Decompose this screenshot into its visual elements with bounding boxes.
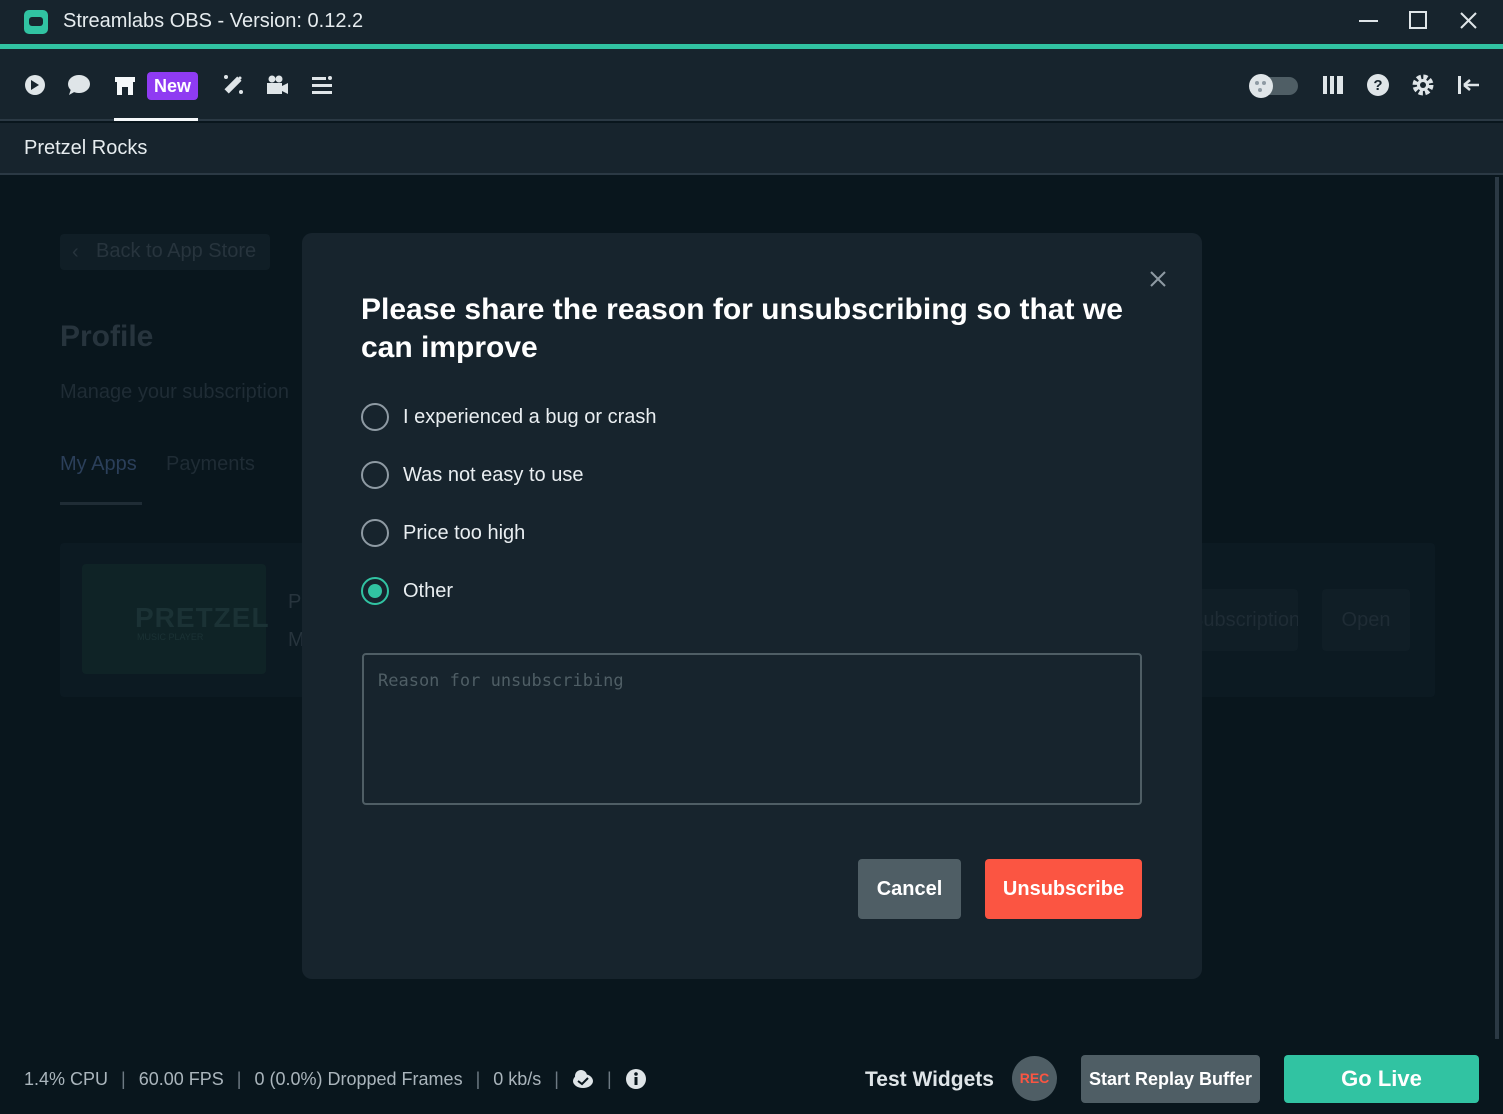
radio-button[interactable] — [361, 519, 389, 547]
svg-text:?: ? — [1373, 77, 1382, 94]
chat-icon[interactable] — [67, 73, 91, 97]
radio-button-selected[interactable] — [361, 577, 389, 605]
settings-icon[interactable] — [1411, 73, 1435, 97]
app-store-icon[interactable] — [113, 73, 137, 97]
reason-option-other[interactable]: Other — [361, 576, 453, 606]
cancel-button[interactable]: Cancel — [858, 859, 961, 919]
option-label: Price too high — [403, 521, 526, 544]
unsubscribe-modal: Please share the reason for unsubscribin… — [302, 233, 1202, 979]
go-live-button[interactable]: Go Live — [1284, 1055, 1479, 1103]
page-header: Pretzel Rocks — [0, 123, 1503, 175]
active-tab-indicator — [114, 118, 198, 121]
top-nav: New ? — [0, 49, 1503, 121]
dashboard-icon[interactable] — [23, 73, 47, 97]
radio-button[interactable] — [361, 461, 389, 489]
bitrate-value: 0 kb/s — [493, 1068, 542, 1089]
reason-textarea[interactable] — [362, 653, 1142, 805]
performance-stats: 1.4% CPU | 60.00 FPS | 0 (0.0%) Dropped … — [24, 1068, 647, 1090]
open-button[interactable]: Open — [1322, 589, 1410, 651]
close-icon[interactable] — [1147, 268, 1169, 290]
app-name-text: P — [288, 591, 302, 613]
reason-option-bug[interactable]: I experienced a bug or crash — [361, 402, 657, 432]
manage-subscription-text: Manage your subscription — [60, 381, 290, 403]
separator: | — [236, 1068, 242, 1089]
streamlabs-logo-icon — [24, 10, 48, 34]
collapse-icon[interactable] — [1456, 73, 1480, 97]
scrollbar[interactable] — [1495, 177, 1499, 1039]
info-icon[interactable] — [625, 1068, 647, 1090]
tab-my-apps[interactable]: My Apps — [60, 453, 137, 476]
studio-icon[interactable] — [265, 73, 289, 97]
tab-payments[interactable]: Payments — [166, 453, 255, 476]
radio-button[interactable] — [361, 403, 389, 431]
active-tab-indicator — [60, 502, 142, 505]
help-icon[interactable]: ? — [1366, 73, 1390, 97]
option-label: Was not easy to use — [403, 463, 584, 486]
modal-heading: Please share the reason for unsubscribin… — [361, 293, 1123, 364]
reason-option-price[interactable]: Price too high — [361, 518, 525, 548]
back-label: Back to App Store — [96, 240, 257, 262]
maximize-icon[interactable] — [1402, 6, 1434, 36]
separator: | — [121, 1068, 126, 1089]
record-button[interactable]: REC — [1012, 1056, 1057, 1101]
cloud-check-icon[interactable] — [572, 1068, 594, 1090]
minimize-icon[interactable] — [1352, 6, 1384, 36]
title-bar: Streamlabs OBS - Version: 0.12.2 — [0, 0, 1503, 44]
columns-icon[interactable] — [1321, 73, 1345, 97]
close-icon[interactable] — [1452, 6, 1484, 36]
subscription-button[interactable]: Subscription — [1190, 589, 1298, 651]
test-widgets-button[interactable]: Test Widgets — [865, 1068, 994, 1092]
start-replay-buffer-button[interactable]: Start Replay Buffer — [1081, 1055, 1260, 1103]
back-to-app-store-button[interactable]: ‹ Back to App Store — [60, 234, 270, 270]
new-badge: New — [147, 72, 198, 100]
themes-icon[interactable] — [221, 73, 245, 97]
unsubscribe-button[interactable]: Unsubscribe — [985, 859, 1142, 919]
chevron-left-icon: ‹ — [72, 241, 79, 263]
window-title: Streamlabs OBS - Version: 0.12.2 — [63, 10, 364, 32]
theme-toggle[interactable] — [1248, 74, 1300, 98]
status-footer: 1.4% CPU | 60.00 FPS | 0 (0.0%) Dropped … — [0, 1044, 1503, 1114]
separator: | — [554, 1068, 559, 1089]
separator: | — [606, 1068, 612, 1089]
page-title: Pretzel Rocks — [24, 137, 148, 159]
profile-heading: Profile — [60, 320, 154, 353]
dropped-frames: 0 (0.0%) Dropped Frames — [254, 1068, 463, 1089]
pretzel-logo-subtext: MUSIC PLAYER — [137, 632, 204, 642]
reason-option-not-easy[interactable]: Was not easy to use — [361, 460, 583, 490]
separator: | — [475, 1068, 481, 1089]
option-label: I experienced a bug or crash — [403, 405, 657, 428]
layout-editor-icon[interactable] — [310, 73, 334, 97]
cpu-usage: 1.4% CPU — [24, 1068, 109, 1089]
pretzel-logo-text: PRETZEL — [135, 602, 270, 633]
option-label: Other — [403, 579, 454, 602]
fps-value: 60.00 FPS — [138, 1068, 224, 1089]
